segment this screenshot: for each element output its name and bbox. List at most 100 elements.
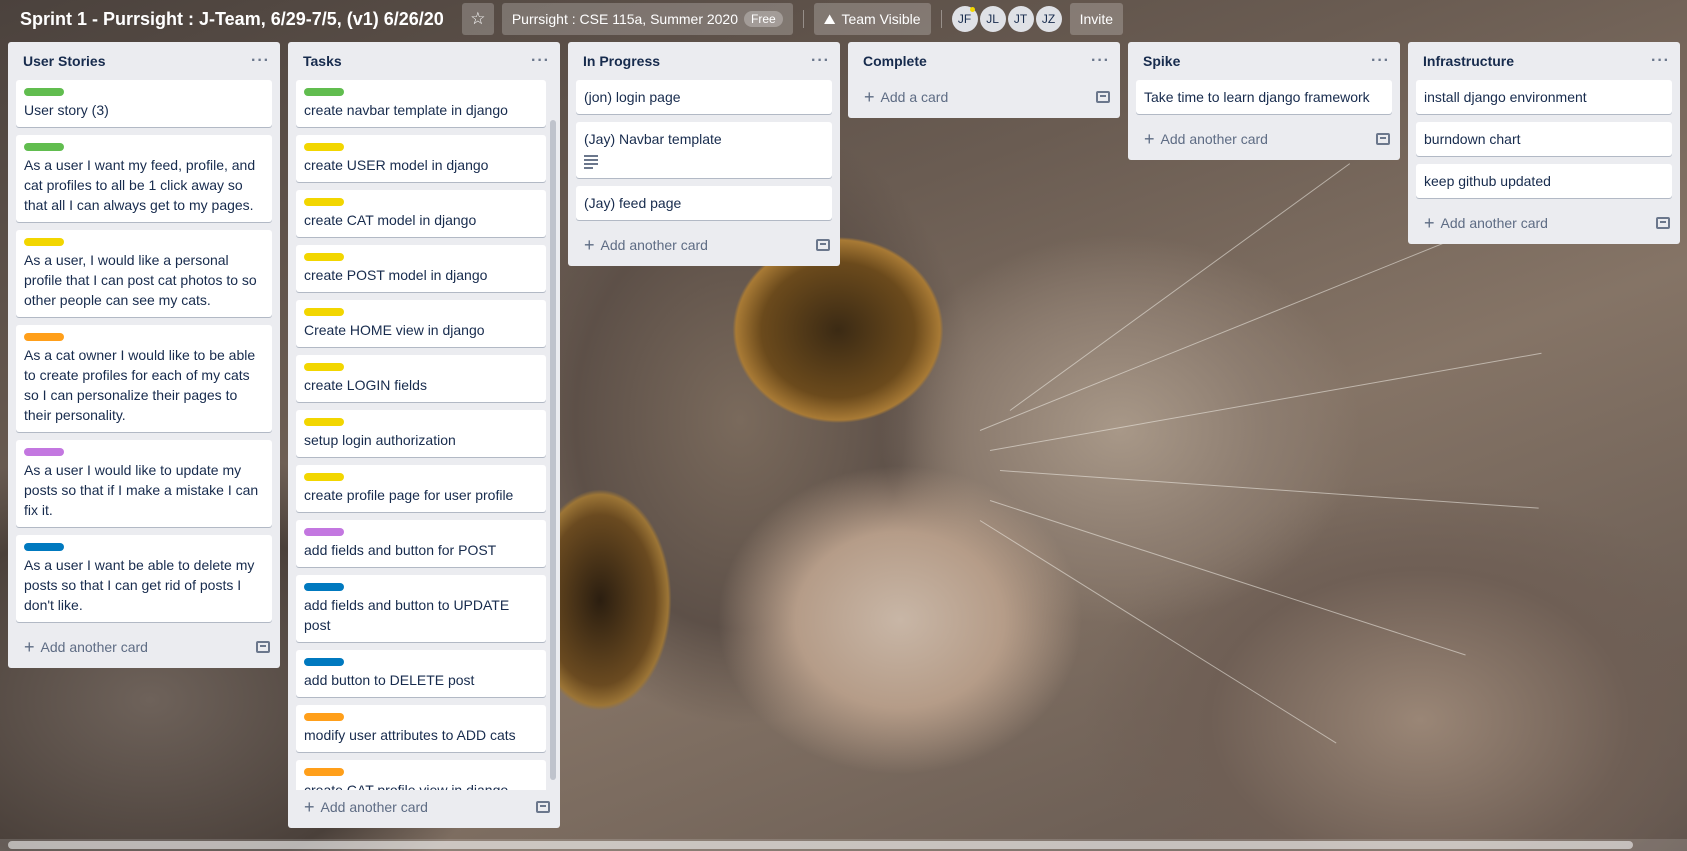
star-board-button[interactable]: ☆ — [461, 3, 494, 35]
label-blue — [304, 658, 344, 666]
card[interactable]: create profile page for user profile — [296, 465, 546, 512]
list-menu-icon[interactable]: ··· — [1371, 52, 1390, 70]
card-title: create LOGIN fields — [304, 377, 427, 393]
add-card-row: + Add another card — [288, 790, 560, 822]
card[interactable]: Take time to learn django framework — [1136, 80, 1392, 114]
label-yellow — [24, 238, 64, 246]
label-purple — [304, 528, 344, 536]
card[interactable]: create navbar template in django — [296, 80, 546, 127]
card[interactable]: create POST model in django — [296, 245, 546, 292]
add-card-button[interactable]: + Add another card — [24, 637, 148, 658]
list-menu-icon[interactable]: ··· — [811, 52, 830, 70]
card-template-icon[interactable] — [256, 641, 270, 653]
card[interactable]: As a user I want my feed, profile, and c… — [16, 135, 272, 222]
list-menu-icon[interactable]: ··· — [1651, 52, 1670, 70]
avatar[interactable]: JZ — [1035, 6, 1062, 32]
avatar[interactable]: JF — [951, 6, 978, 32]
card[interactable]: install django environment — [1416, 80, 1672, 114]
star-icon: ☆ — [470, 9, 486, 28]
label-yellow — [304, 473, 344, 481]
card-template-icon[interactable] — [1096, 91, 1110, 103]
add-card-row: + Add another card — [8, 630, 280, 662]
label-green — [24, 88, 64, 96]
card[interactable]: add fields and button for POST — [296, 520, 546, 567]
card[interactable]: create LOGIN fields — [296, 355, 546, 402]
avatar[interactable]: JL — [979, 6, 1006, 32]
member-avatars: JF JL JT JZ — [951, 6, 1062, 32]
board-scrollbar[interactable] — [8, 841, 1633, 849]
team-name: Purrsight : CSE 115a, Summer 2020 — [511, 11, 739, 27]
list-in-progress: In Progress ··· (jon) login page (Jay) N… — [568, 42, 840, 266]
card[interactable]: add button to DELETE post — [296, 650, 546, 697]
label-yellow — [304, 253, 344, 261]
list-header: Spike ··· — [1128, 42, 1400, 80]
card-title: As a user, I would like a personal profi… — [24, 252, 257, 308]
card[interactable]: (Jay) feed page — [576, 186, 832, 220]
card-list: (jon) login page (Jay) Navbar template (… — [568, 80, 840, 220]
card[interactable]: keep github updated — [1416, 164, 1672, 198]
card-title: (jon) login page — [584, 89, 681, 105]
label-orange — [24, 333, 64, 341]
card[interactable]: create CAT model in django — [296, 190, 546, 237]
add-card-button[interactable]: + Add another card — [304, 797, 428, 818]
list-scrollbar[interactable] — [550, 120, 556, 780]
card-list: User story (3) As a user I want my feed,… — [8, 80, 280, 622]
invite-button[interactable]: Invite — [1069, 3, 1124, 35]
list-user-stories: User Stories ··· User story (3) As a use… — [8, 42, 280, 668]
avatar[interactable]: JT — [1007, 6, 1034, 32]
card-template-icon[interactable] — [816, 239, 830, 251]
card[interactable]: As a user I want be able to delete my po… — [16, 535, 272, 622]
card-title: add button to DELETE post — [304, 672, 475, 688]
card-title: create CAT model in django — [304, 212, 477, 228]
card[interactable]: User story (3) — [16, 80, 272, 127]
add-card-row: + Add another card — [1408, 206, 1680, 238]
label-green — [24, 143, 64, 151]
card[interactable]: As a cat owner I would like to be able t… — [16, 325, 272, 432]
card[interactable]: As a user I would like to update my post… — [16, 440, 272, 527]
card-template-icon[interactable] — [536, 801, 550, 813]
list-menu-icon[interactable]: ··· — [251, 52, 270, 70]
visibility-button[interactable]: ⛰ Team Visible — [813, 3, 931, 35]
card-list: create navbar template in django create … — [288, 80, 560, 790]
card[interactable]: As a user, I would like a personal profi… — [16, 230, 272, 317]
card[interactable]: setup login authorization — [296, 410, 546, 457]
card[interactable]: burndown chart — [1416, 122, 1672, 156]
card[interactable]: (jon) login page — [576, 80, 832, 114]
card[interactable]: (Jay) Navbar template — [576, 122, 832, 178]
list-title[interactable]: Infrastructure — [1423, 53, 1514, 69]
add-card-button[interactable]: + Add another card — [1144, 129, 1268, 150]
header-divider — [802, 10, 804, 28]
list-menu-icon[interactable]: ··· — [1091, 52, 1110, 70]
label-yellow — [304, 308, 344, 316]
card[interactable]: Create HOME view in django — [296, 300, 546, 347]
card-title: create USER model in django — [304, 157, 489, 173]
plus-icon: + — [584, 234, 595, 255]
board-title[interactable]: Sprint 1 - Purrsight : J-Team, 6/29-7/5,… — [20, 9, 444, 30]
list-header: Complete ··· — [848, 42, 1120, 80]
team-button[interactable]: Purrsight : CSE 115a, Summer 2020 Free — [501, 3, 793, 35]
board-scrollbar-track — [0, 839, 1687, 851]
add-card-button[interactable]: + Add a card — [864, 87, 948, 108]
add-card-button[interactable]: + Add another card — [584, 235, 708, 256]
label-blue — [304, 583, 344, 591]
card[interactable]: create USER model in django — [296, 135, 546, 182]
list-title[interactable]: Spike — [1143, 53, 1180, 69]
card[interactable]: add fields and button to UPDATE post — [296, 575, 546, 642]
add-card-button[interactable]: + Add another card — [1424, 213, 1548, 234]
card-template-icon[interactable] — [1656, 217, 1670, 229]
card-title: As a cat owner I would like to be able t… — [24, 347, 256, 423]
list-menu-icon[interactable]: ··· — [531, 52, 550, 70]
team-icon: ⛰ — [823, 10, 836, 27]
plan-badge: Free — [744, 11, 783, 27]
list-title[interactable]: Complete — [863, 53, 927, 69]
card-title: User story (3) — [24, 102, 109, 118]
card[interactable]: create CAT profile view in django — [296, 760, 546, 790]
card-template-icon[interactable] — [1376, 133, 1390, 145]
card-title: add fields and button for POST — [304, 542, 497, 558]
label-yellow — [304, 418, 344, 426]
card[interactable]: modify user attributes to ADD cats — [296, 705, 546, 752]
list-title[interactable]: User Stories — [23, 53, 105, 69]
list-title[interactable]: In Progress — [583, 53, 660, 69]
list-title[interactable]: Tasks — [303, 53, 342, 69]
list-complete: Complete ··· + Add a card — [848, 42, 1120, 118]
